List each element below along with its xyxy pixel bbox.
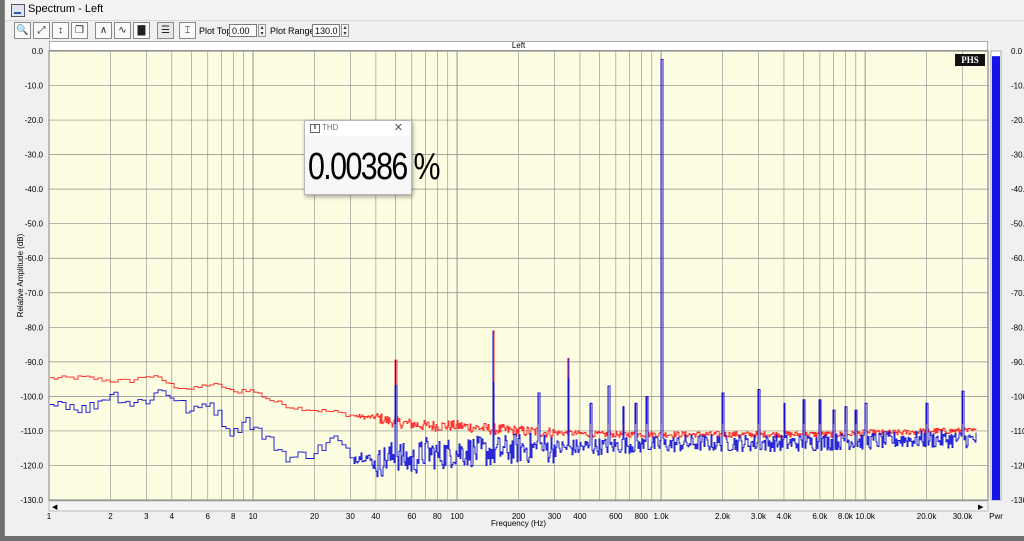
x-tick-label: 1.0k — [654, 512, 670, 521]
thd-popup-header: II THD ✕ — [305, 121, 409, 136]
zoom-y-icon[interactable]: ↕ — [52, 22, 69, 39]
y-tick-label-left: 0.0 — [32, 47, 44, 56]
spectrum-plot[interactable]: 0.0 0.0 -10.0 -10.0 -20.0 -20.0 -30.0 -30.0 -40.… — [5, 41, 1024, 536]
x-tick-label: 3.0k — [751, 512, 767, 521]
y-tick-label-left: -10.0 — [25, 82, 44, 91]
x-tick-label: 4.0k — [776, 512, 792, 521]
y-tick-label-right: 0.0 — [1011, 47, 1023, 56]
x-tick-label: 10 — [249, 512, 258, 521]
zoom-fit-icon[interactable]: ❐ — [71, 22, 88, 39]
y-tick-label-right: -100.0 — [1011, 392, 1024, 401]
scroll-left-icon: ◀ — [52, 504, 58, 511]
thd-popup[interactable]: II THD ✕ 0.00386 % — [304, 120, 441, 195]
spectrum-svg[interactable]: 0.0 0.0 -10.0 -10.0 -20.0 -20.0 -30.0 -30.0 -40.… — [5, 41, 1024, 536]
y-tick-label-right: -50.0 — [1011, 220, 1024, 229]
x-tick-label: 8 — [231, 512, 236, 521]
thd-popup-title: THD — [322, 123, 339, 132]
phs-badge-text: PHS — [961, 55, 979, 65]
power-meter-fill — [992, 56, 1000, 500]
y-tick-label-left: -120.0 — [20, 461, 43, 470]
x-tick-label: 30.0k — [953, 512, 974, 521]
y-tick-label-right: -70.0 — [1011, 289, 1024, 298]
y-tick-label-left: -50.0 — [25, 220, 44, 229]
zoom-x-icon[interactable]: ⤢ — [33, 22, 50, 39]
thd-value: 0.00386 % — [308, 146, 441, 188]
y-tick-label-right: -10.0 — [1011, 82, 1024, 91]
x-tick-label: 20.0k — [917, 512, 938, 521]
scroll-right-icon: ▶ — [978, 504, 984, 511]
power-label: Pwr — [989, 512, 1003, 521]
x-tick-label: 100 — [450, 512, 464, 521]
y-tick-label-left: -30.0 — [25, 151, 44, 160]
x-tick-label: 300 — [548, 512, 562, 521]
x-tick-label: 30 — [346, 512, 355, 521]
close-icon[interactable]: ✕ — [394, 121, 403, 134]
pause-icon[interactable]: II — [310, 124, 320, 133]
x-tick-label: 40 — [371, 512, 380, 521]
y-tick-label-right: -110.0 — [1011, 427, 1024, 436]
horizontal-scrollbar[interactable] — [48, 500, 989, 512]
bar-graph-icon[interactable]: ▇ — [133, 22, 150, 39]
x-tick-label: 800 — [635, 512, 649, 521]
x-tick-label: 8.0k — [838, 512, 854, 521]
y-tick-label-left: -90.0 — [25, 358, 44, 367]
cursor-icon[interactable]: ⌶ — [179, 22, 196, 39]
plot-top-spinner[interactable]: ▴ ▾ — [258, 24, 266, 37]
x-tick-label: 2 — [108, 512, 113, 521]
plot-range-label: Plot Range: — [270, 26, 318, 36]
title-bar: Spectrum - Left — [5, 0, 1024, 21]
x-tick-label: 3 — [144, 512, 149, 521]
x-tick-label: 10.0k — [855, 512, 876, 521]
app-icon — [11, 4, 25, 17]
y-tick-label-right: -80.0 — [1011, 323, 1024, 332]
y-tick-label-left: -80.0 — [25, 323, 44, 332]
y-tick-label-left: -60.0 — [25, 254, 44, 263]
x-tick-label: 6.0k — [812, 512, 828, 521]
y-tick-label-left: -110.0 — [21, 427, 44, 436]
y-tick-label-right: -20.0 — [1011, 116, 1024, 125]
peak-icon[interactable]: ∧ — [95, 22, 112, 39]
x-tick-label: 6 — [206, 512, 211, 521]
zoom-in-icon[interactable]: 🔍 — [14, 22, 31, 39]
envelope-icon[interactable]: ∿ — [114, 22, 131, 39]
x-axis-title: Frequency (Hz) — [491, 519, 546, 528]
y-tick-label-right: -60.0 — [1011, 254, 1024, 263]
y-tick-label-right: -90.0 — [1011, 358, 1024, 367]
plot-range-spinner[interactable]: ▴ ▾ — [341, 24, 349, 37]
y-tick-label-left: -40.0 — [25, 185, 44, 194]
x-tick-label: 400 — [573, 512, 587, 521]
y-tick-label-right: -120.0 — [1011, 461, 1024, 470]
y-tick-label-right: -40.0 — [1011, 185, 1024, 194]
data-table-icon[interactable]: ☰ — [157, 22, 174, 39]
toolbar: 🔍 ⤢ ↕ ❐ ∧ ∿ ▇ ☰ ⌶ Plot Top: 0.00 ▴ ▾ Plot… — [5, 21, 1024, 41]
x-tick-label: 1 — [47, 512, 52, 521]
y-tick-label-left: -130.0 — [20, 496, 43, 505]
x-tick-label: 20 — [310, 512, 319, 521]
y-tick-label-right: -130.0 — [1011, 496, 1024, 505]
y-tick-label-right: -30.0 — [1011, 151, 1024, 160]
x-tick-label: 60 — [407, 512, 416, 521]
y-tick-label-left: -100.0 — [20, 392, 43, 401]
y-axis-title: Relative Amplitude (dB) — [16, 233, 25, 317]
x-tick-label: 80 — [433, 512, 442, 521]
plot-top-input[interactable]: 0.00 — [229, 24, 257, 37]
plot-range-input[interactable]: 130.0 — [312, 24, 340, 37]
y-tick-label-left: -70.0 — [25, 289, 44, 298]
spectrum-window: Spectrum - Left 🔍 ⤢ ↕ ❐ ∧ ∿ ▇ ☰ ⌶ Plot T… — [4, 0, 1024, 536]
x-tick-label: 4 — [170, 512, 175, 521]
window-title: Spectrum - Left — [28, 3, 104, 15]
y-tick-label-left: -20.0 — [25, 116, 44, 125]
x-tick-label: 2.0k — [715, 512, 731, 521]
x-tick-label: 600 — [609, 512, 623, 521]
